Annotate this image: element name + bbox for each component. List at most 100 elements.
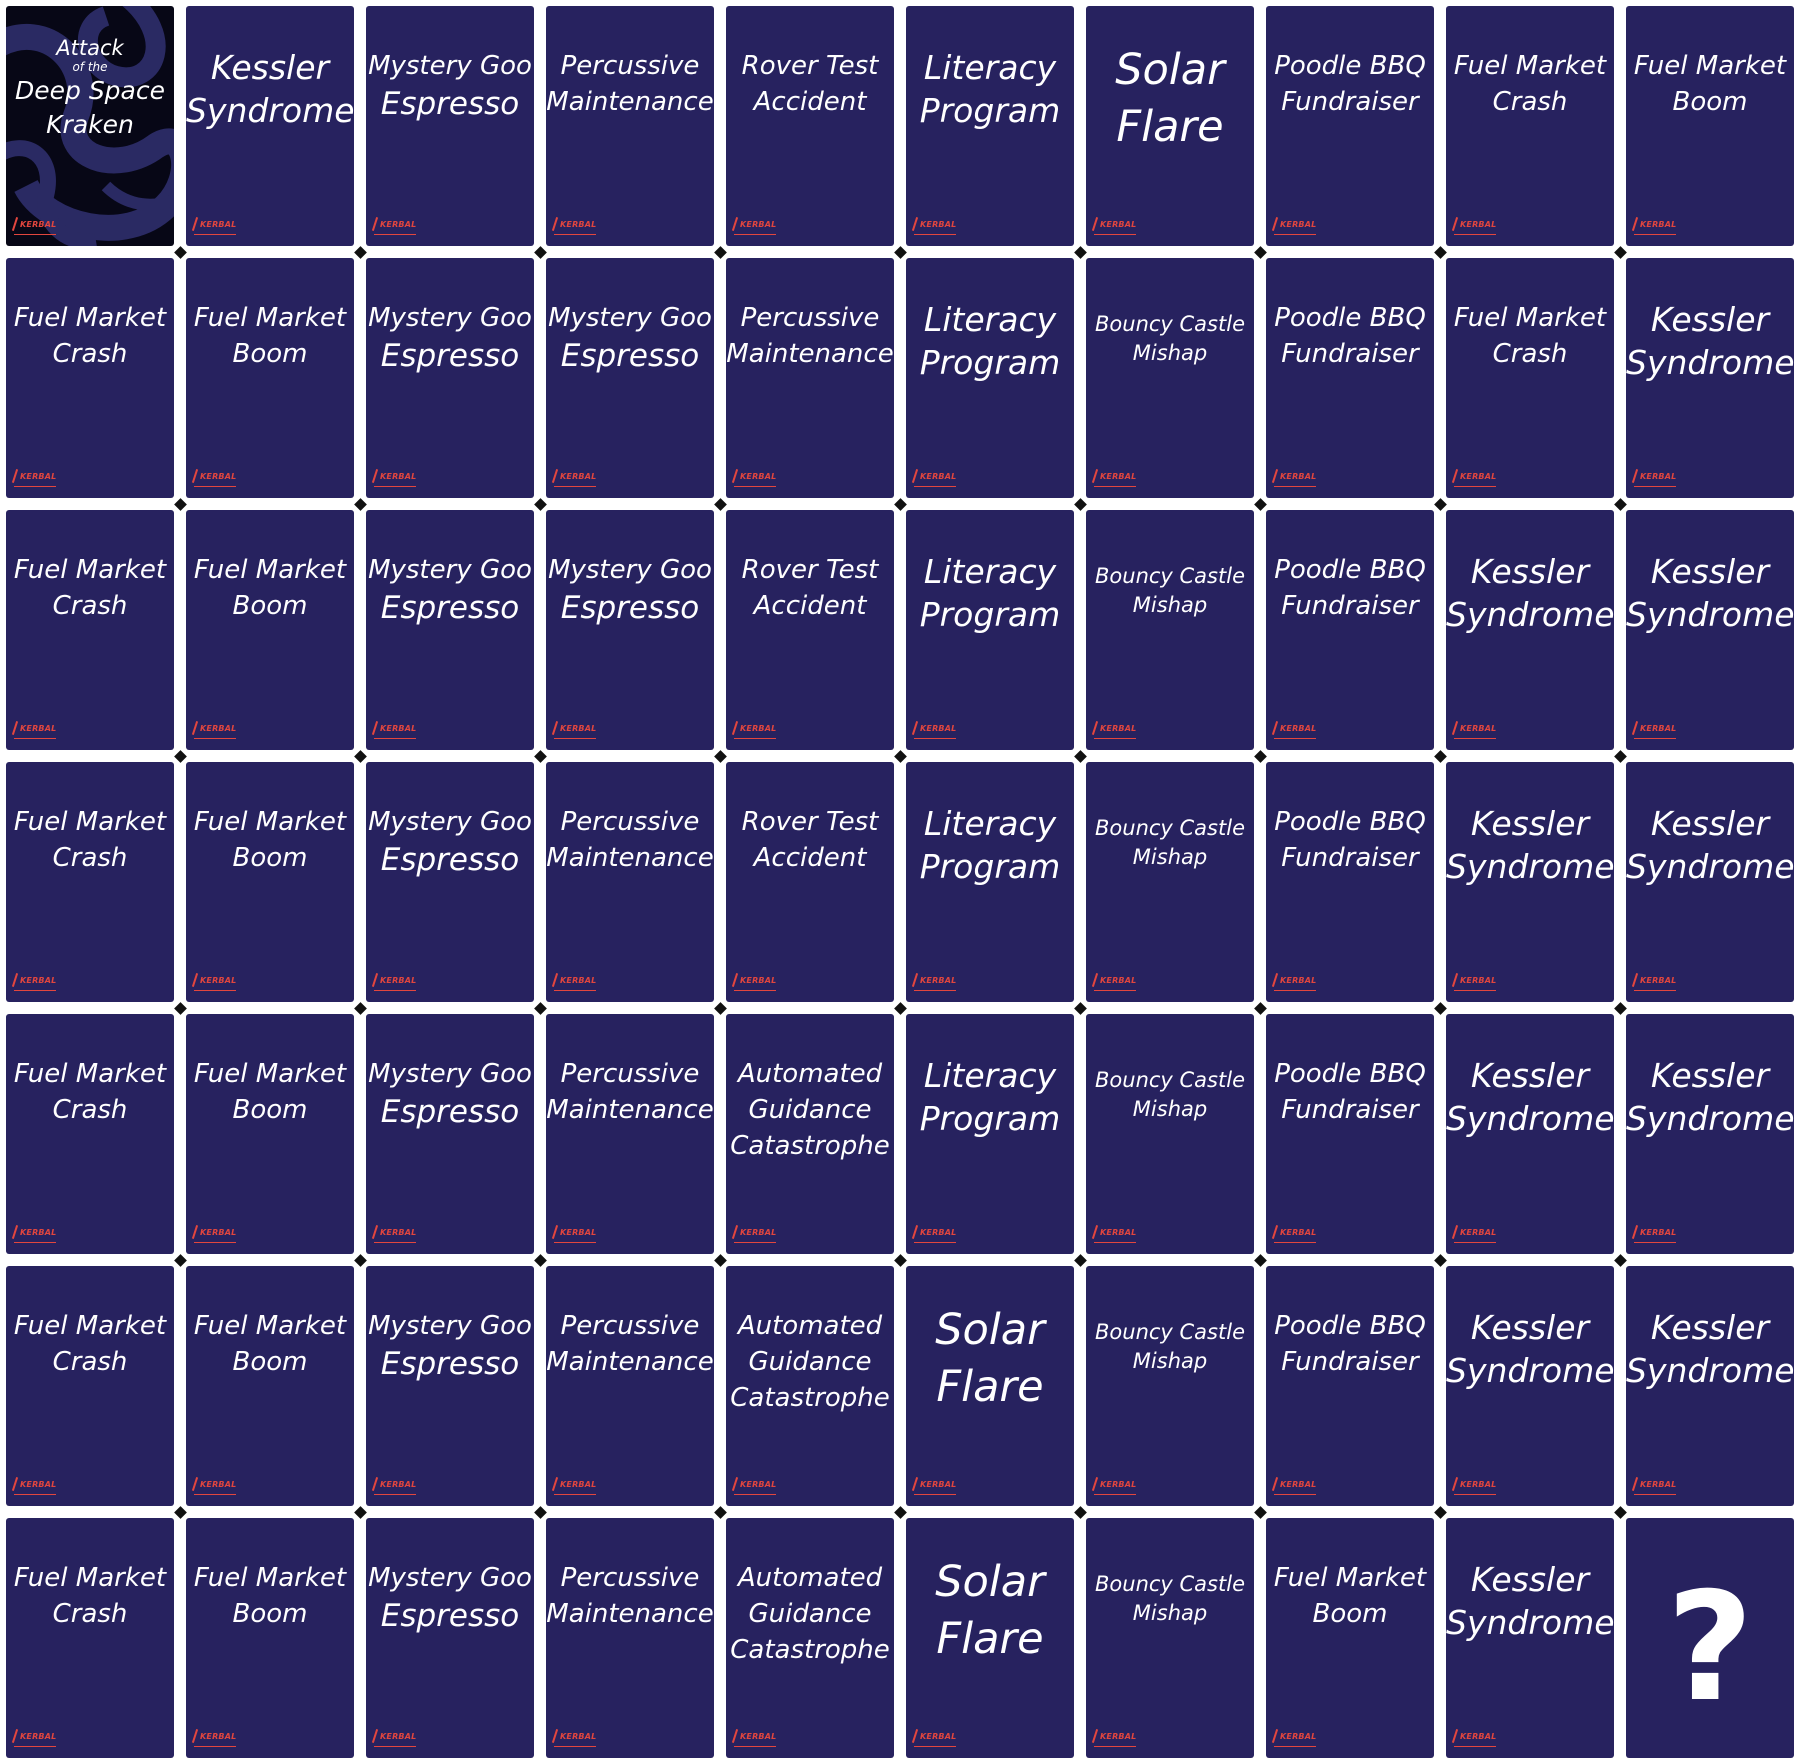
card-title: Fuel Market Boom: [1273, 1563, 1427, 1629]
card-mystery-goo-espresso[interactable]: Mystery Goo Espresso KERBAL: [366, 1014, 534, 1254]
card-solar-flare[interactable]: Solar Flare KERBAL: [906, 1266, 1074, 1506]
card-fuel-market-crash[interactable]: Fuel Market Crash KERBAL: [6, 258, 174, 498]
card-rover-test-accident[interactable]: Rover Test Accident KERBAL: [726, 762, 894, 1002]
card-literacy-program[interactable]: Literacy Program KERBAL: [906, 258, 1074, 498]
card-mystery-goo-espresso[interactable]: Mystery Goo Espresso KERBAL: [366, 6, 534, 246]
card-mystery-goo-espresso[interactable]: Mystery Goo Espresso KERBAL: [546, 510, 714, 750]
card-fuel-market-crash[interactable]: Fuel Market Crash KERBAL: [1446, 6, 1614, 246]
card-fuel-market-crash[interactable]: Fuel Market Crash KERBAL: [1446, 258, 1614, 498]
card-solar-flare[interactable]: Solar Flare KERBAL: [906, 1518, 1074, 1758]
kerbal-logo: KERBAL: [734, 472, 777, 487]
card-percussive-maintenance[interactable]: Percussive Maintenance KERBAL: [546, 762, 714, 1002]
card-fuel-market-crash[interactable]: Fuel Market Crash KERBAL: [6, 1266, 174, 1506]
card-poodle-bbq-fundraiser[interactable]: Poodle BBQ Fundraiser KERBAL: [1266, 6, 1434, 246]
grid-corner-mark: [713, 749, 727, 763]
card-title: Fuel Market Crash: [1453, 51, 1607, 117]
kerbal-logo: KERBAL: [14, 472, 57, 487]
card-fuel-market-boom[interactable]: Fuel Market Boom KERBAL: [186, 258, 354, 498]
card-bouncy-castle-mishap[interactable]: Bouncy Castle Mishap KERBAL: [1086, 1014, 1254, 1254]
card-kessler-syndrome[interactable]: Kessler Syndrome KERBAL: [186, 6, 354, 246]
card-poodle-bbq-fundraiser[interactable]: Poodle BBQ Fundraiser KERBAL: [1266, 258, 1434, 498]
card-fuel-market-boom[interactable]: Fuel Market Boom KERBAL: [1266, 1518, 1434, 1758]
card-literacy-program[interactable]: Literacy Program KERBAL: [906, 510, 1074, 750]
card-title: Fuel Market Boom: [193, 1311, 347, 1377]
card-title-line: Espresso: [380, 86, 520, 122]
card-percussive-maintenance[interactable]: Percussive Maintenance KERBAL: [546, 1266, 714, 1506]
kerbal-logo: KERBAL: [914, 724, 957, 739]
card-poodle-bbq-fundraiser[interactable]: Poodle BBQ Fundraiser KERBAL: [1266, 1266, 1434, 1506]
card-fuel-market-crash[interactable]: Fuel Market Crash KERBAL: [6, 1518, 174, 1758]
card-bouncy-castle-mishap[interactable]: Bouncy Castle Mishap KERBAL: [1086, 258, 1254, 498]
card-kessler-syndrome[interactable]: Kessler Syndrome KERBAL: [1626, 1266, 1794, 1506]
card-mystery-goo-espresso[interactable]: Mystery Goo Espresso KERBAL: [366, 762, 534, 1002]
card-bouncy-castle-mishap[interactable]: Bouncy Castle Mishap KERBAL: [1086, 1518, 1254, 1758]
card-literacy-program[interactable]: Literacy Program KERBAL: [906, 1014, 1074, 1254]
card-kessler-syndrome[interactable]: Kessler Syndrome KERBAL: [1626, 510, 1794, 750]
card-title: Mystery Goo Espresso: [546, 300, 714, 376]
card-fuel-market-boom[interactable]: Fuel Market Boom KERBAL: [1626, 6, 1794, 246]
card-kessler-syndrome[interactable]: Kessler Syndrome KERBAL: [1446, 510, 1614, 750]
card-title-line: Mystery Goo: [368, 1311, 532, 1341]
card-mystery-goo-espresso[interactable]: Mystery Goo Espresso KERBAL: [366, 1266, 534, 1506]
kerbal-logo: KERBAL: [1274, 472, 1317, 487]
card-kessler-syndrome[interactable]: Kessler Syndrome KERBAL: [1626, 1014, 1794, 1254]
kerbal-logo: KERBAL: [194, 976, 237, 991]
card-automated-guidance-catastrophe[interactable]: Automated Guidance Catastrophe KERBAL: [726, 1014, 894, 1254]
card-title: Mystery Goo Espresso: [366, 300, 534, 376]
card-kessler-syndrome[interactable]: Kessler Syndrome KERBAL: [1446, 1266, 1614, 1506]
card-fuel-market-boom[interactable]: Fuel Market Boom KERBAL: [186, 1266, 354, 1506]
card-bouncy-castle-mishap[interactable]: Bouncy Castle Mishap KERBAL: [1086, 510, 1254, 750]
card-mystery-goo-espresso[interactable]: Mystery Goo Espresso KERBAL: [366, 1518, 534, 1758]
card-fuel-market-boom[interactable]: Fuel Market Boom KERBAL: [186, 1014, 354, 1254]
card-percussive-maintenance[interactable]: Percussive Maintenance KERBAL: [546, 1518, 714, 1758]
card-literacy-program[interactable]: Literacy Program KERBAL: [906, 6, 1074, 246]
card-percussive-maintenance[interactable]: Percussive Maintenance KERBAL: [546, 6, 714, 246]
card-title: Bouncy Castle Mishap: [1095, 312, 1245, 365]
card-mystery-goo-espresso[interactable]: Mystery Goo Espresso KERBAL: [366, 510, 534, 750]
card-title-line: Espresso: [380, 1094, 520, 1130]
card-literacy-program[interactable]: Literacy Program KERBAL: [906, 762, 1074, 1002]
card-title-line: Mystery Goo: [368, 1563, 532, 1593]
card-title: Literacy Program: [919, 1056, 1061, 1138]
card-kessler-syndrome[interactable]: Kessler Syndrome KERBAL: [1446, 1014, 1614, 1254]
kerbal-logo: KERBAL: [554, 1732, 597, 1747]
card-title: Fuel Market Crash: [13, 807, 167, 873]
kerbal-logo: KERBAL: [554, 472, 597, 487]
card-rover-test-accident[interactable]: Rover Test Accident KERBAL: [726, 6, 894, 246]
card-fuel-market-crash[interactable]: Fuel Market Crash KERBAL: [6, 1014, 174, 1254]
card-mystery[interactable]: ?: [1626, 1518, 1794, 1758]
card-kessler-syndrome[interactable]: Kessler Syndrome KERBAL: [1626, 762, 1794, 1002]
grid-corner-mark: [1073, 1253, 1087, 1267]
card-kessler-syndrome[interactable]: Kessler Syndrome KERBAL: [1446, 1518, 1614, 1758]
card-bouncy-castle-mishap[interactable]: Bouncy Castle Mishap KERBAL: [1086, 762, 1254, 1002]
grid-corner-mark: [173, 497, 187, 511]
card-fuel-market-boom[interactable]: Fuel Market Boom KERBAL: [186, 762, 354, 1002]
card-attack-of-the-deep-space-kraken[interactable]: Attack of the Deep Space Kraken KERBAL: [6, 6, 174, 246]
card-kessler-syndrome[interactable]: Kessler Syndrome KERBAL: [1446, 762, 1614, 1002]
card-title-line: Mystery Goo: [368, 1059, 532, 1089]
card-kessler-syndrome[interactable]: Kessler Syndrome KERBAL: [1626, 258, 1794, 498]
card-automated-guidance-catastrophe[interactable]: Automated Guidance Catastrophe KERBAL: [726, 1518, 894, 1758]
card-mystery-goo-espresso[interactable]: Mystery Goo Espresso KERBAL: [546, 258, 714, 498]
card-title-line: Mystery Goo: [548, 303, 712, 333]
card-poodle-bbq-fundraiser[interactable]: Poodle BBQ Fundraiser KERBAL: [1266, 1014, 1434, 1254]
card-fuel-market-crash[interactable]: Fuel Market Crash KERBAL: [6, 762, 174, 1002]
grid-corner-mark: [173, 1253, 187, 1267]
kerbal-logo: KERBAL: [1454, 220, 1497, 235]
card-fuel-market-crash[interactable]: Fuel Market Crash KERBAL: [6, 510, 174, 750]
card-automated-guidance-catastrophe[interactable]: Automated Guidance Catastrophe KERBAL: [726, 1266, 894, 1506]
card-bouncy-castle-mishap[interactable]: Bouncy Castle Mishap KERBAL: [1086, 1266, 1254, 1506]
card-percussive-maintenance[interactable]: Percussive Maintenance KERBAL: [546, 1014, 714, 1254]
card-rover-test-accident[interactable]: Rover Test Accident KERBAL: [726, 510, 894, 750]
grid-corner-mark: [173, 245, 187, 259]
card-poodle-bbq-fundraiser[interactable]: Poodle BBQ Fundraiser KERBAL: [1266, 510, 1434, 750]
grid-corner-mark: [1613, 497, 1627, 511]
card-percussive-maintenance[interactable]: Percussive Maintenance KERBAL: [726, 258, 894, 498]
card-solar-flare[interactable]: Solar Flare KERBAL: [1086, 6, 1254, 246]
card-mystery-goo-espresso[interactable]: Mystery Goo Espresso KERBAL: [366, 258, 534, 498]
card-title: Mystery Goo Espresso: [366, 1056, 534, 1132]
card-fuel-market-boom[interactable]: Fuel Market Boom KERBAL: [186, 510, 354, 750]
card-poodle-bbq-fundraiser[interactable]: Poodle BBQ Fundraiser KERBAL: [1266, 762, 1434, 1002]
card-fuel-market-boom[interactable]: Fuel Market Boom KERBAL: [186, 1518, 354, 1758]
kerbal-logo: KERBAL: [914, 1480, 957, 1495]
